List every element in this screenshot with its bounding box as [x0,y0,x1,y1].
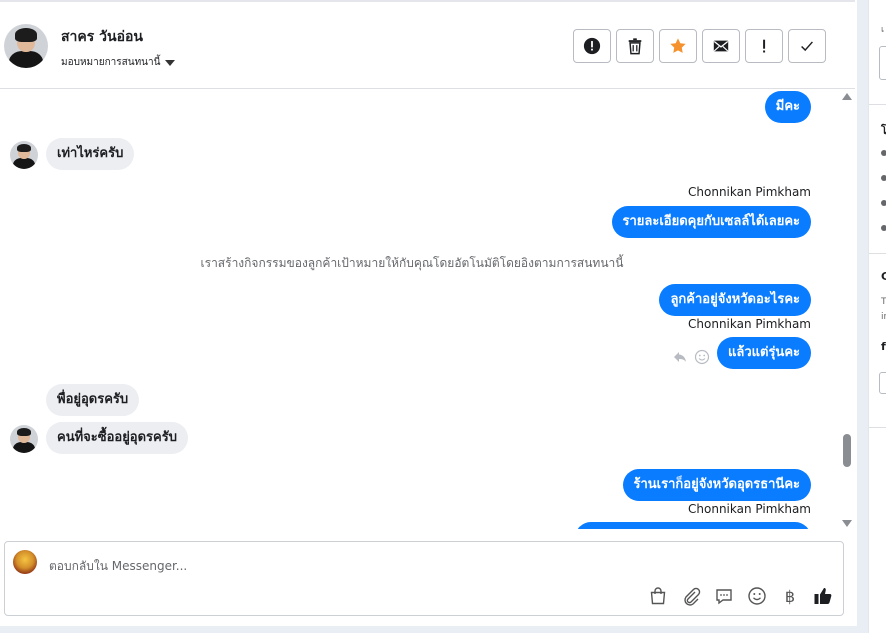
sidebar-partial-icon [881,150,886,156]
message-actions [672,349,710,365]
delete-button[interactable] [616,29,654,63]
message-bubble-outgoing[interactable]: ลูกค้าอยู่จังหวัดอะไรคะ [659,284,811,316]
mail-icon [713,40,729,52]
reply-input[interactable]: ตอบกลับใน Messenger... [49,557,187,576]
check-icon [801,41,813,52]
sidebar-partial-text: เ [881,25,885,35]
scroll-down-icon[interactable] [842,520,852,527]
message-bubble-incoming[interactable]: เท่าไหร่ครับ [46,138,135,170]
svg-text:฿: ฿ [785,587,795,606]
message-bubble-incoming[interactable]: พื่อยู่อุดรครับ [46,384,140,416]
bottom-edge [0,626,868,633]
scroll-up-icon[interactable] [842,93,852,100]
star-icon [670,38,686,53]
caret-down-icon [165,59,176,66]
panel-gutter [857,0,868,633]
message-bubble-outgoing[interactable]: ร้านเราก็อยู่จังหวัดอุดรธานีคะ [622,469,811,501]
conversation-panel: สาคร วันอ่อน มอบหมายการสนทนานี้ มีคะ เท่… [0,0,857,633]
sidebar-divider [869,104,886,105]
message-bubble-incoming[interactable]: คนที่จะซื้ออยู่อุดรครับ [46,422,188,454]
reply-composer[interactable]: ตอบกลับใน Messenger... ฿ [4,541,844,616]
chat-bubble-icon[interactable] [714,586,734,606]
like-icon[interactable] [813,586,833,606]
sidebar-partial-heading: โ [881,124,886,137]
system-notice: เราสร้างกิจกรรมของลูกค้าเป้าหมายให้กับคุ… [200,256,624,270]
conversation-toolbar [573,29,826,63]
contact-avatar-small [10,141,38,169]
contact-avatar[interactable] [4,24,48,68]
sidebar-partial-text: in [881,312,886,322]
message-thread[interactable]: มีคะ เท่าไหร่ครับ Chonnikan Pimkham รายล… [0,89,855,529]
contact-avatar-small [10,425,38,453]
sidebar-partial-icon [881,225,886,231]
conversation-header: สาคร วันอ่อน มอบหมายการสนทนานี้ [0,0,855,89]
message-bubble-outgoing[interactable]: มีคะ [764,91,811,123]
attach-icon[interactable] [681,586,701,606]
composer-toolbar: ฿ [648,586,833,606]
exclamation-icon [763,39,766,53]
react-emoji-icon[interactable] [694,349,710,365]
reply-icon[interactable] [672,349,688,365]
sidebar-partial-heading: C [881,270,886,283]
mark-unread-button[interactable] [702,29,740,63]
sidebar-partial-select[interactable] [879,372,886,394]
report-button[interactable] [573,29,611,63]
sidebar-partial-heading: f [881,340,886,353]
emoji-icon[interactable] [747,586,767,606]
star-button[interactable] [659,29,697,63]
report-icon [583,37,601,55]
baht-icon[interactable]: ฿ [780,586,800,606]
sidebar-partial-icon [881,175,886,181]
sender-name: Chonnikan Pimkham [688,185,811,199]
thread-scrollbar[interactable] [838,89,855,529]
sidebar-partial-icon [881,200,886,206]
bag-icon[interactable] [648,586,668,606]
message-bubble-outgoing[interactable] [575,522,811,529]
follow-up-button[interactable] [745,29,783,63]
message-bubble-outgoing[interactable]: รายละเอียดคุยกับเซลล์ได้เลยคะ [611,206,811,238]
sender-name: Chonnikan Pimkham [688,317,811,331]
scroll-thumb[interactable] [843,434,851,467]
sidebar-partial-text: T [881,297,886,307]
contact-name[interactable]: สาคร วันอ่อน [61,26,143,48]
message-bubble-outgoing[interactable]: แล้วแต่รุ่นคะ [716,337,811,369]
sidebar-divider [869,427,886,428]
assign-label: มอบหมายการสนทนานี้ [61,57,161,68]
sidebar-partial-input[interactable] [879,46,886,80]
page-avatar [13,550,37,574]
sender-name: Chonnikan Pimkham [688,502,811,516]
details-sidebar: เ โ C T in f [868,0,886,633]
assign-conversation-dropdown[interactable]: มอบหมายการสนทนานี้ [61,55,176,70]
mark-done-button[interactable] [788,29,826,63]
trash-icon [628,38,642,55]
sidebar-divider [869,253,886,254]
